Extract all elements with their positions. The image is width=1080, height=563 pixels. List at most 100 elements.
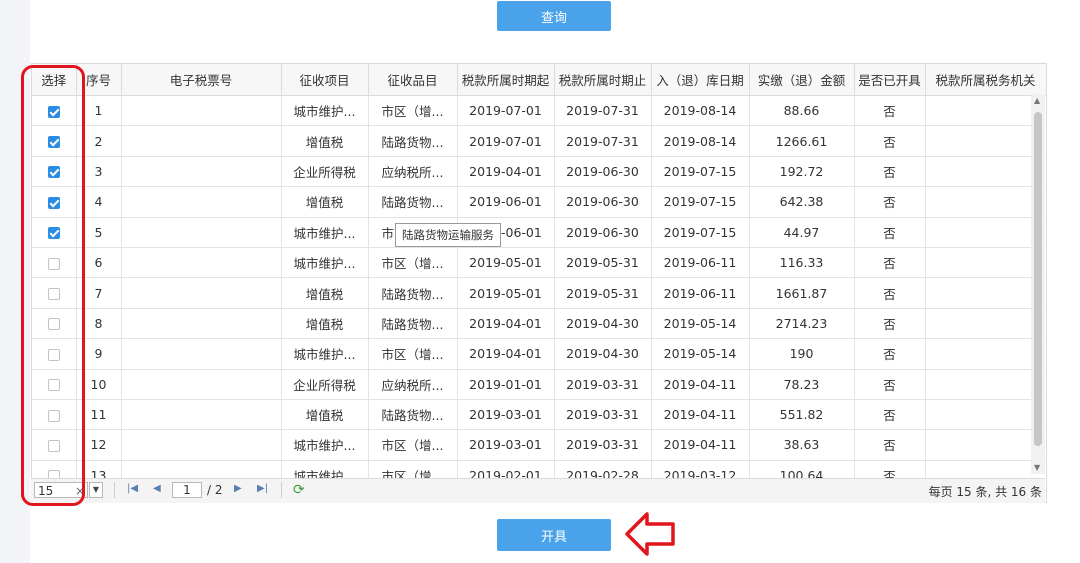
checkbox-checked[interactable] — [47, 166, 60, 179]
row-number: 3 — [76, 156, 122, 188]
checkbox-checked[interactable] — [47, 136, 60, 149]
checkbox-checked[interactable] — [47, 105, 60, 118]
checkbox-checked[interactable] — [47, 227, 60, 240]
checkbox-checked[interactable] — [47, 196, 60, 209]
tax-office — [925, 125, 1046, 157]
table-row[interactable]: 7 增值税 陆路货物... 2019-05-01 2019-05-31 2019-06-1… — [32, 277, 1046, 309]
row-checkbox-cell[interactable] — [32, 247, 77, 279]
levy-subitem: 陆路货物... — [368, 125, 458, 157]
vertical-scrollbar[interactable]: ▲ ▼ — [1031, 94, 1045, 474]
paid-amount: 38.63 — [749, 429, 855, 461]
row-checkbox-cell[interactable] — [32, 277, 77, 309]
table-row[interactable]: 6 城市维护... 市区（增... 2019-05-01 2019-05-31 2019-… — [32, 247, 1046, 279]
storage-date: 2019-08-14 — [651, 95, 750, 127]
period-start: 2019-04-01 — [457, 156, 555, 188]
levy-item: 城市维护... — [281, 338, 369, 370]
row-checkbox-cell[interactable] — [32, 429, 77, 461]
col-header-period-end[interactable]: 税款所属时期止 — [554, 64, 652, 96]
row-checkbox-cell[interactable] — [32, 186, 77, 218]
period-start: 2019-07-01 — [457, 125, 555, 157]
levy-subitem: 陆路货物... — [368, 399, 458, 431]
row-checkbox-cell[interactable] — [32, 308, 77, 340]
checkbox[interactable] — [47, 409, 60, 422]
row-checkbox-cell[interactable] — [32, 399, 77, 431]
storage-date: 2019-04-11 — [651, 399, 750, 431]
row-number: 12 — [76, 429, 122, 461]
table-row[interactable]: 5城市维护...市区（增...2019-06-012019-06-302019-… — [32, 217, 1046, 248]
page-size-input[interactable]: 15 × — [34, 482, 88, 498]
last-page-icon[interactable]: ▶| — [257, 483, 268, 494]
first-page-icon[interactable]: |◀ — [127, 483, 138, 494]
levy-subitem: 陆路货物... — [368, 308, 458, 340]
col-header-tax-office[interactable]: 税款所属税务机关 — [925, 64, 1046, 96]
period-end: 2019-05-31 — [554, 277, 652, 309]
page-number-input[interactable]: 1 — [172, 482, 202, 498]
table-row[interactable]: 1 城市维护... 市区（增... 2019-07-01 2019-07-31 2019-… — [32, 95, 1046, 127]
page: 查询 选择 序号 电子税票号 征收项目 征收品目 税款所属时期起 税款所属时期止… — [0, 0, 1080, 563]
row-number: 10 — [76, 369, 122, 400]
col-header-issued[interactable]: 是否已开具 — [854, 64, 926, 96]
table-row[interactable]: 11 增值税 陆路货物... 2019-03-01 2019-03-31 2019-04-… — [32, 399, 1046, 431]
checkbox[interactable] — [47, 288, 60, 301]
row-checkbox-cell[interactable] — [32, 217, 77, 248]
table-row[interactable]: 3 企业所得税 应纳税所... 2019-04-01 2019-06-30 2019-07… — [32, 156, 1046, 188]
table-header-row: 选择 序号 电子税票号 征收项目 征收品目 税款所属时期起 税款所属时期止 入（… — [32, 64, 1046, 96]
levy-subitem: 市区（增... — [368, 429, 458, 461]
scrollbar-thumb[interactable] — [1034, 112, 1042, 446]
ticket-number — [121, 369, 282, 400]
paid-amount: 642.38 — [749, 186, 855, 218]
row-checkbox-cell[interactable] — [32, 156, 77, 188]
query-button[interactable]: 查询 — [497, 1, 611, 31]
cell-tooltip: 陆路货物运输服务 — [395, 223, 501, 247]
row-checkbox-cell[interactable] — [32, 95, 77, 127]
scroll-up-icon[interactable]: ▲ — [1034, 96, 1040, 105]
col-header-select[interactable]: 选择 — [32, 64, 77, 96]
col-header-amount[interactable]: 实缴（退）金额 — [749, 64, 855, 96]
next-page-icon[interactable]: ▶ — [234, 483, 242, 494]
levy-item: 增值税 — [281, 399, 369, 431]
issue-button[interactable]: 开具 — [497, 519, 611, 551]
levy-subitem: 应纳税所... — [368, 369, 458, 400]
row-checkbox-cell[interactable] — [32, 369, 77, 400]
chevron-down-icon[interactable]: ▼ — [89, 482, 103, 498]
table-row[interactable]: 2 增值税 陆路货物... 2019-07-01 2019-07-31 2019-08-1… — [32, 125, 1046, 157]
checkbox[interactable] — [47, 439, 60, 452]
issued-status: 否 — [854, 308, 926, 340]
col-header-levy-subitem[interactable]: 征收品目 — [368, 64, 458, 96]
ticket-number — [121, 156, 282, 188]
table-row[interactable]: 9 城市维护... 市区（增... 2019-04-01 2019-04-30 2019-… — [32, 338, 1046, 370]
checkbox[interactable] — [47, 318, 60, 331]
storage-date: 2019-05-14 — [651, 308, 750, 340]
col-header-storage-date[interactable]: 入（退）库日期 — [651, 64, 750, 96]
tax-office — [925, 217, 1046, 248]
col-header-period-start[interactable]: 税款所属时期起 — [457, 64, 555, 96]
levy-item: 城市维护... — [281, 217, 369, 248]
checkbox[interactable] — [47, 348, 60, 361]
period-start: 2019-06-01 — [457, 186, 555, 218]
paid-amount: 78.23 — [749, 369, 855, 400]
row-number: 9 — [76, 338, 122, 370]
paid-amount: 1661.87 — [749, 277, 855, 309]
col-header-ticket-no[interactable]: 电子税票号 — [121, 64, 282, 96]
prev-page-icon[interactable]: ◀ — [153, 483, 161, 494]
checkbox[interactable] — [47, 379, 60, 392]
table-row[interactable]: 12 城市维护... 市区（增... 2019-03-01 2019-03-31 2019… — [32, 429, 1046, 461]
checkbox[interactable] — [47, 257, 60, 270]
row-number: 5 — [76, 217, 122, 248]
table-row[interactable]: 4 增值税 陆路货物... 2019-06-01 2019-06-30 2019-07-1… — [32, 186, 1046, 218]
col-header-no[interactable]: 序号 — [76, 64, 122, 96]
page-size-value: 15 — [38, 484, 54, 498]
refresh-icon[interactable]: ⟳ — [293, 482, 305, 498]
issued-status: 否 — [854, 369, 926, 400]
clear-icon[interactable]: × — [75, 483, 85, 499]
period-start: 2019-03-01 — [457, 429, 555, 461]
scroll-down-icon[interactable]: ▼ — [1034, 463, 1040, 472]
issued-status: 否 — [854, 429, 926, 461]
row-checkbox-cell[interactable] — [32, 338, 77, 370]
col-header-levy-item[interactable]: 征收项目 — [281, 64, 369, 96]
row-checkbox-cell[interactable] — [32, 125, 77, 157]
period-start: 2019-03-01 — [457, 399, 555, 431]
table-row[interactable]: 8 增值税 陆路货物... 2019-04-01 2019-04-30 2019-05-1… — [32, 308, 1046, 340]
tax-records-table: 选择 序号 电子税票号 征收项目 征收品目 税款所属时期起 税款所属时期止 入（… — [32, 64, 1046, 492]
table-row[interactable]: 10 企业所得税 应纳税所... 2019-01-01 2019-03-31 2019-0… — [32, 369, 1046, 400]
